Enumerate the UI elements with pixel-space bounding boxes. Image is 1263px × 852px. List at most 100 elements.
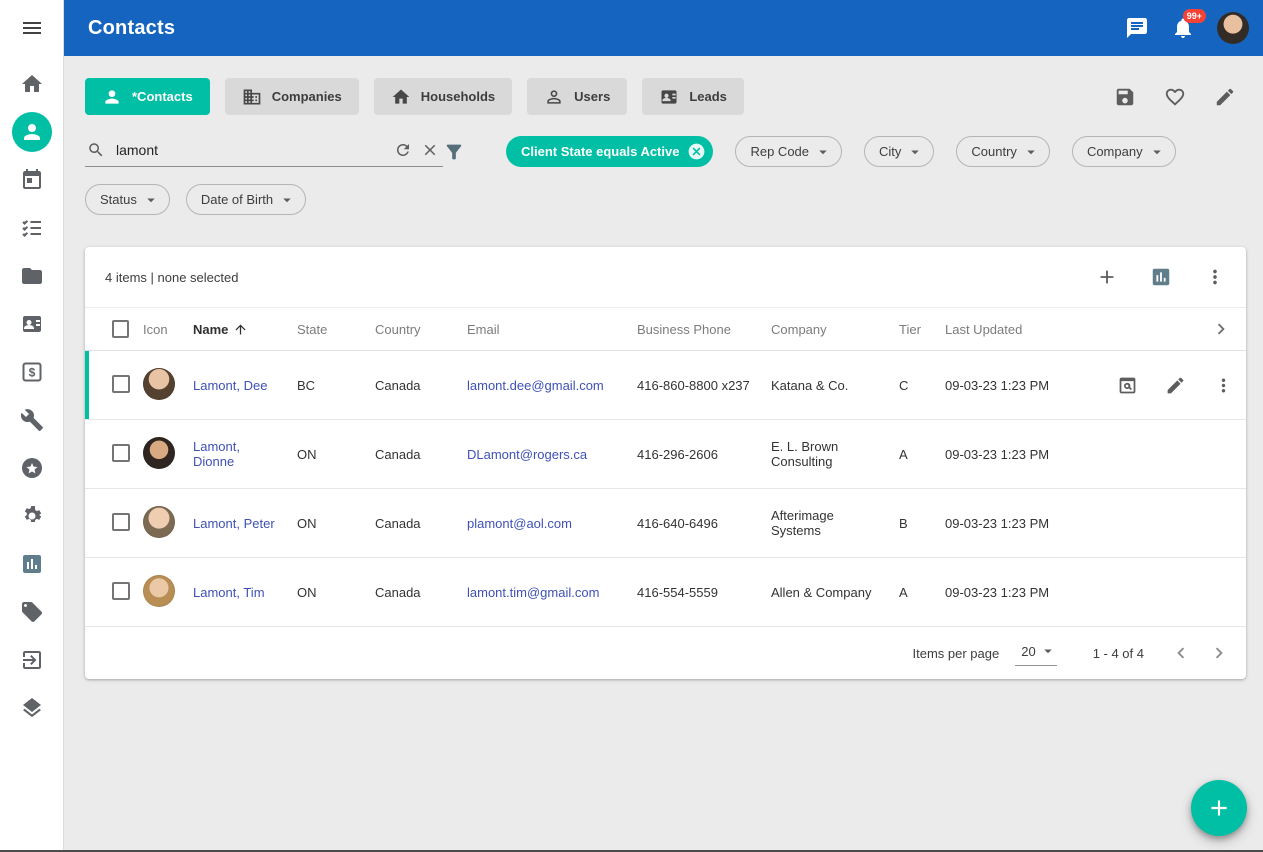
sidebar-item-reports[interactable] — [20, 552, 44, 576]
column-header-last-updated[interactable]: Last Updated — [945, 322, 1097, 337]
previous-page-button[interactable] — [1170, 642, 1192, 664]
chevron-down-icon — [1148, 143, 1166, 161]
more-columns-cell — [1097, 318, 1246, 340]
sidebar-item-contacts[interactable] — [12, 112, 52, 152]
column-header-name[interactable]: Name — [193, 322, 297, 337]
row-checkbox[interactable] — [112, 513, 130, 531]
filter-chip-status[interactable]: Status — [85, 184, 170, 215]
contact-email-link[interactable]: plamont@aol.com — [467, 516, 572, 531]
contact-name-link[interactable]: Lamont, Dee — [193, 378, 267, 393]
chat-button[interactable] — [1125, 16, 1149, 40]
next-page-button[interactable] — [1208, 642, 1230, 664]
tab-leads[interactable]: Leads — [642, 78, 744, 115]
phone-cell: 416-554-5559 — [637, 585, 771, 600]
filter-bar-row-2: Status Date of Birth — [85, 184, 1246, 215]
sidebar-item-tasks[interactable] — [20, 216, 44, 240]
table-row[interactable]: Lamont, Dionne ON Canada DLamont@rogers.… — [85, 420, 1246, 489]
filter-chip-rep-code[interactable]: Rep Code — [735, 136, 842, 167]
favorite-view-button[interactable] — [1164, 86, 1186, 108]
active-filter-chip[interactable]: Client State equals Active — [506, 136, 713, 167]
sidebar-item-billing[interactable]: $ — [20, 360, 44, 384]
sidebar-item-home[interactable] — [20, 72, 44, 96]
chip-label: Company — [1087, 144, 1143, 159]
sidebar-item-settings[interactable] — [20, 504, 44, 528]
edit-row-button[interactable] — [1165, 375, 1186, 396]
sidebar-item-directory[interactable] — [20, 312, 44, 336]
table-row[interactable]: Lamont, Dee BC Canada lamont.dee@gmail.c… — [85, 351, 1246, 420]
last-updated-cell: 09-03-23 1:23 PM — [945, 516, 1097, 531]
user-avatar[interactable] — [1217, 12, 1249, 44]
plus-icon — [1096, 266, 1118, 288]
filter-chip-company[interactable]: Company — [1072, 136, 1176, 167]
preview-row-button[interactable] — [1117, 375, 1138, 396]
svg-text:$: $ — [28, 366, 35, 380]
table-row[interactable]: Lamont, Tim ON Canada lamont.tim@gmail.c… — [85, 558, 1246, 627]
chart-view-button[interactable] — [1150, 266, 1172, 288]
table-menu-button[interactable] — [1204, 266, 1226, 288]
row-menu-button[interactable] — [1213, 375, 1234, 396]
tab-companies[interactable]: Companies — [225, 78, 359, 115]
column-header-company[interactable]: Company — [771, 322, 899, 337]
filter-button[interactable] — [443, 141, 465, 163]
tools-icon — [20, 408, 44, 432]
filter-chip-city[interactable]: City — [864, 136, 934, 167]
table-row[interactable]: Lamont, Peter ON Canada plamont@aol.com … — [85, 489, 1246, 558]
column-header-state[interactable]: State — [297, 322, 375, 337]
clear-search-button[interactable] — [421, 141, 439, 159]
row-checkbox[interactable] — [112, 444, 130, 462]
tab-contacts[interactable]: *Contacts — [85, 78, 210, 115]
sidebar-item-favorites[interactable] — [20, 456, 44, 480]
contact-name-link[interactable]: Lamont, Tim — [193, 585, 265, 600]
contact-email-link[interactable]: lamont.tim@gmail.com — [467, 585, 599, 600]
avatar-cell — [143, 368, 193, 403]
tab-users[interactable]: Users — [527, 78, 627, 115]
sidebar-item-exit[interactable] — [20, 648, 44, 672]
name-cell: Lamont, Peter — [193, 516, 297, 531]
column-header-email[interactable]: Email — [467, 322, 637, 337]
tab-households[interactable]: Households — [374, 78, 512, 115]
row-actions — [1097, 375, 1246, 396]
select-all-checkbox[interactable] — [112, 320, 129, 338]
search-box — [85, 137, 443, 167]
sidebar-item-documents[interactable] — [20, 264, 44, 288]
chevron-right-icon[interactable] — [1210, 318, 1232, 340]
sidebar-item-tags[interactable] — [20, 600, 44, 624]
menu-button[interactable] — [0, 0, 63, 56]
chat-icon — [1125, 16, 1149, 40]
filter-chip-date-of-birth[interactable]: Date of Birth — [186, 184, 306, 215]
column-header-tier[interactable]: Tier — [899, 322, 945, 337]
column-header-country[interactable]: Country — [375, 322, 467, 337]
save-view-button[interactable] — [1114, 86, 1136, 108]
avatar-cell — [143, 437, 193, 472]
sidebar-item-tools[interactable] — [20, 408, 44, 432]
add-contact-fab[interactable] — [1191, 780, 1247, 836]
items-per-page-select[interactable]: 20 — [1015, 640, 1056, 666]
remove-filter-icon[interactable] — [687, 142, 706, 161]
column-header-icon[interactable]: Icon — [143, 322, 193, 337]
country-cell: Canada — [375, 585, 467, 600]
contact-name-link[interactable]: Lamont, Dionne — [193, 439, 240, 469]
add-item-button[interactable] — [1096, 266, 1118, 288]
row-checkbox[interactable] — [112, 582, 130, 600]
contact-email-link[interactable]: DLamont@rogers.ca — [467, 447, 587, 462]
page-range-label: 1 - 4 of 4 — [1093, 646, 1144, 661]
menu-icon — [20, 16, 44, 40]
chevron-down-icon — [906, 143, 924, 161]
search-input[interactable] — [114, 141, 385, 159]
filter-chip-country[interactable]: Country — [956, 136, 1050, 167]
sidebar-item-calendar[interactable] — [20, 168, 44, 192]
column-header-business-phone[interactable]: Business Phone — [637, 322, 771, 337]
notifications-button[interactable]: 99+ — [1171, 16, 1195, 40]
tier-cell: B — [899, 516, 945, 531]
checkbox-cell — [99, 582, 143, 603]
entity-tabs: *Contacts Companies Households Users Lea… — [85, 78, 1246, 115]
edit-view-button[interactable] — [1214, 86, 1236, 108]
refresh-search-button[interactable] — [394, 141, 412, 159]
sidebar-item-layers[interactable] — [20, 696, 44, 720]
phone-cell: 416-640-6496 — [637, 516, 771, 531]
company-cell: E. L. Brown Consulting — [771, 439, 899, 469]
contact-email-link[interactable]: lamont.dee@gmail.com — [467, 378, 604, 393]
last-updated-cell: 09-03-23 1:23 PM — [945, 447, 1097, 462]
row-checkbox[interactable] — [112, 375, 130, 393]
contact-name-link[interactable]: Lamont, Peter — [193, 516, 275, 531]
